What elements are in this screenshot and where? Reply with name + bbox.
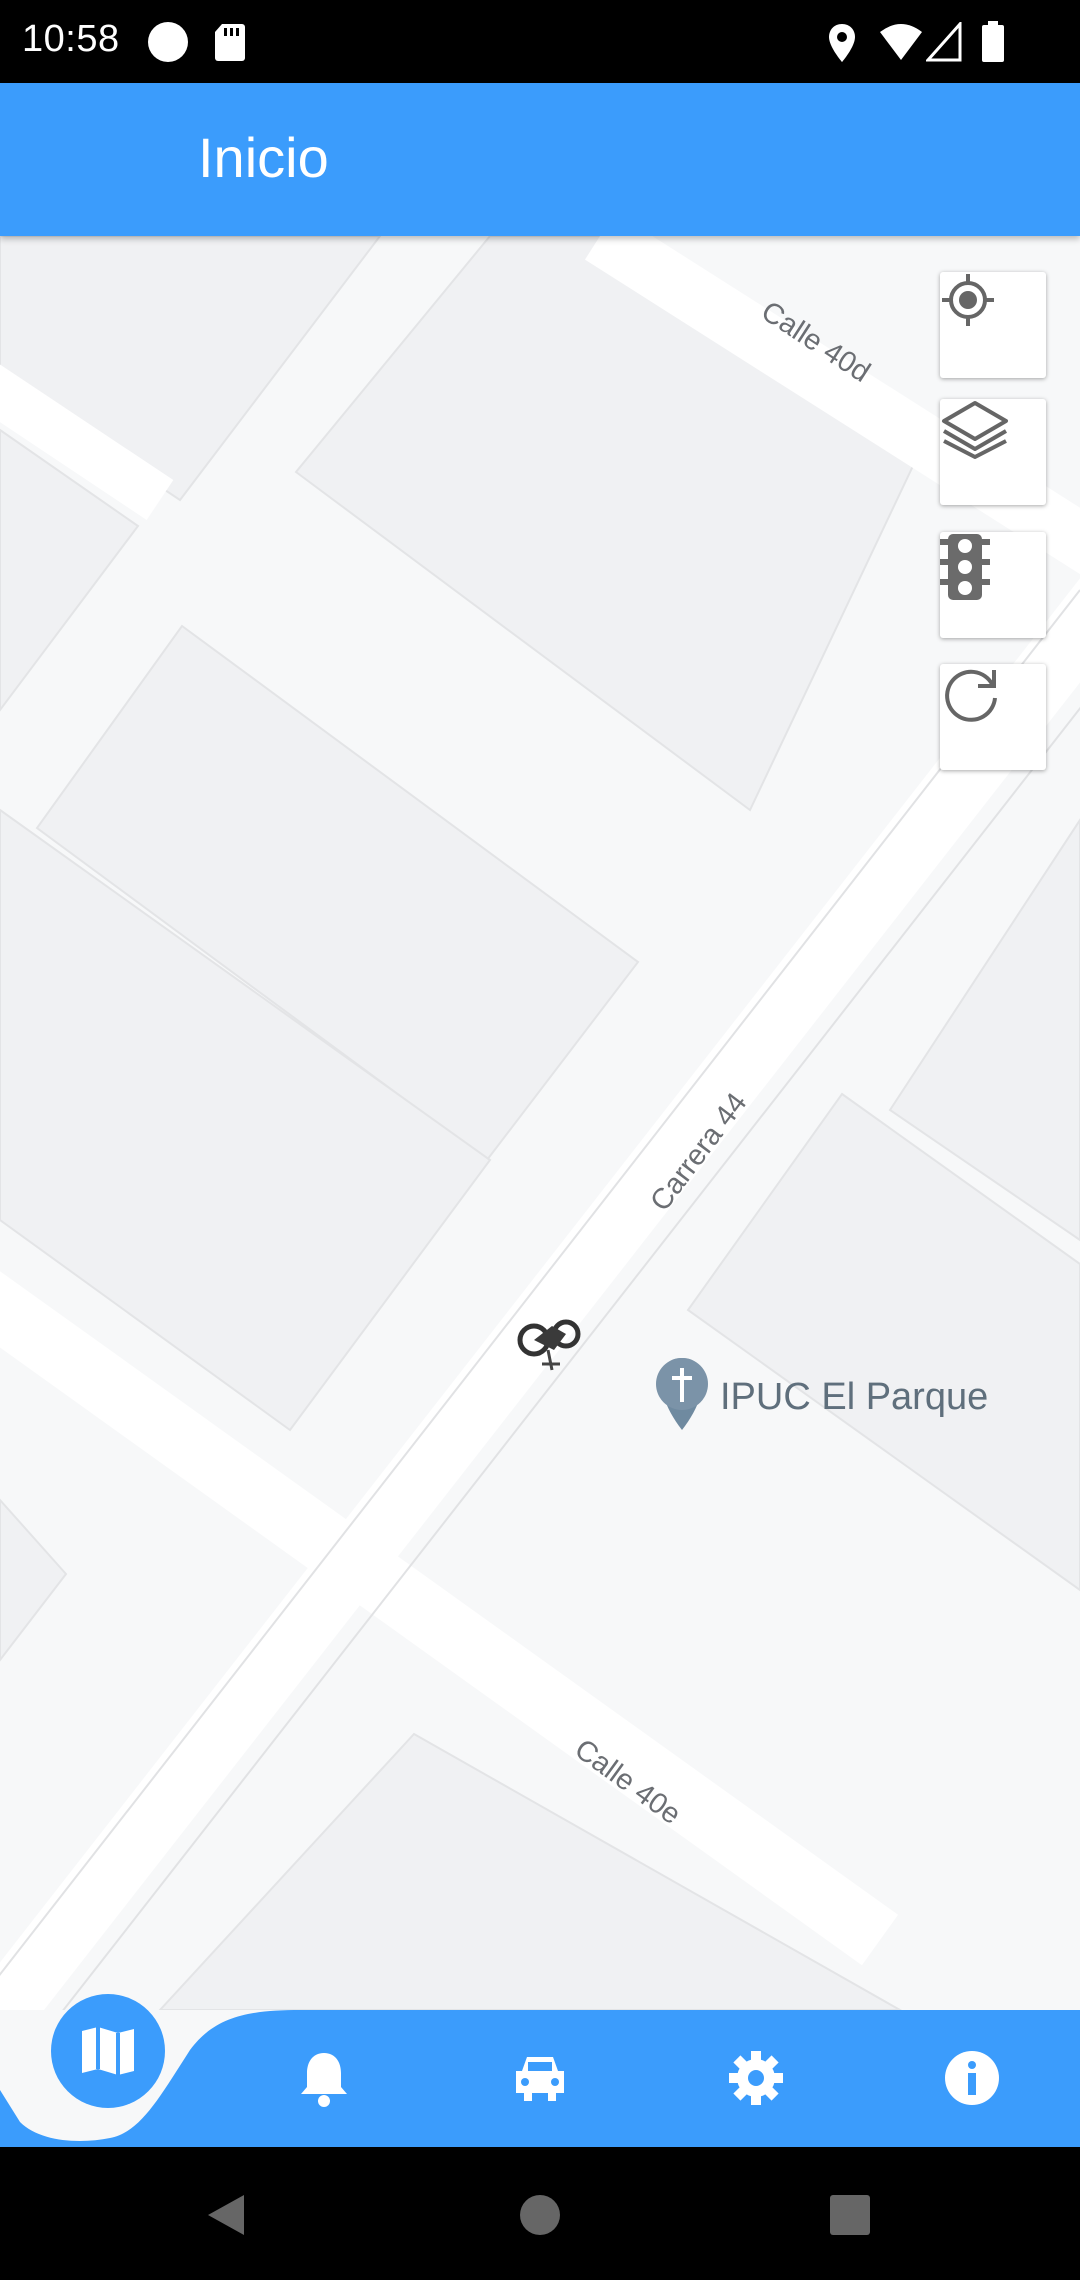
refresh-icon — [945, 669, 997, 722]
signal-icon — [926, 22, 962, 62]
home-icon[interactable] — [518, 2193, 562, 2237]
layers-button[interactable] — [940, 399, 1046, 505]
vehicles-nav-button[interactable] — [510, 2048, 570, 2108]
location-pin-icon — [829, 24, 855, 62]
gear-icon — [729, 2051, 783, 2105]
status-bar: 10:58 — [0, 0, 1080, 83]
church-pin-icon — [656, 1358, 708, 1430]
back-icon[interactable] — [204, 2191, 248, 2239]
circle-dot-icon — [148, 22, 188, 62]
recents-icon[interactable] — [828, 2193, 872, 2237]
refresh-button[interactable] — [940, 664, 1046, 770]
page-title: Inicio — [198, 126, 329, 189]
wifi-icon — [880, 24, 922, 60]
map-block — [294, 236, 932, 812]
settings-nav-button[interactable] — [726, 2048, 786, 2108]
map-nav-button[interactable] — [51, 1994, 165, 2108]
car-icon — [516, 2057, 564, 2101]
traffic-button[interactable] — [940, 532, 1046, 638]
notifications-nav-button[interactable] — [294, 2048, 354, 2108]
status-time: 10:58 — [22, 18, 120, 60]
app-bar: Inicio — [0, 83, 1080, 236]
bell-icon — [301, 2053, 347, 2107]
system-navigation-bar — [0, 2147, 1080, 2280]
map-canvas — [0, 236, 1080, 2010]
map-block — [0, 1498, 68, 1662]
my-location-icon — [942, 274, 994, 326]
info-icon — [945, 2051, 999, 2105]
battery-icon — [982, 21, 1004, 62]
layers-icon — [942, 401, 1008, 459]
map-view[interactable]: Calle 40d Carrera 44 Calle 40e IPUC El P… — [0, 236, 1080, 2010]
map-icon — [82, 2027, 134, 2075]
sd-card-icon — [215, 24, 245, 61]
traffic-light-icon — [940, 534, 990, 600]
my-location-button[interactable] — [940, 272, 1046, 378]
poi-label[interactable]: IPUC El Parque — [720, 1376, 988, 1419]
info-nav-button[interactable] — [942, 2048, 1002, 2108]
